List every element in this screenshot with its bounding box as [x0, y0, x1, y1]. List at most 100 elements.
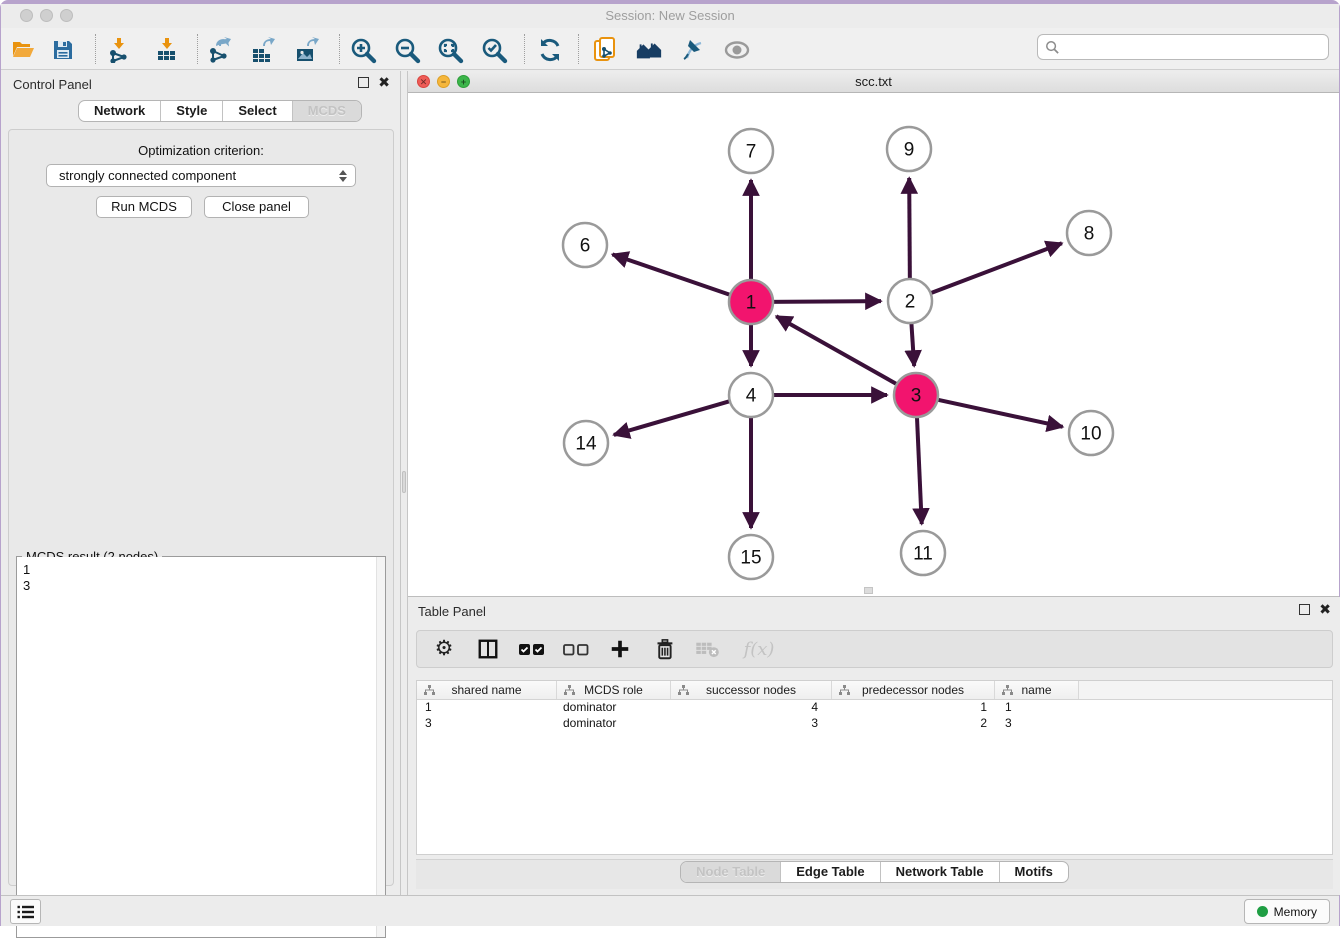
edge-3-11[interactable] — [917, 414, 922, 524]
table-tab-network-table[interactable]: Network Table — [880, 862, 999, 882]
table-tab-edge-table[interactable]: Edge Table — [780, 862, 879, 882]
duplicate-network-icon[interactable] — [592, 36, 620, 64]
table-cell[interactable]: dominator — [557, 716, 671, 732]
delete-icon[interactable] — [651, 636, 677, 662]
search-input[interactable] — [1060, 37, 1328, 57]
table-cell[interactable]: 1 — [995, 700, 1079, 716]
table-cell[interactable]: 3 — [671, 716, 832, 732]
table-tab-motifs[interactable]: Motifs — [999, 862, 1068, 882]
edge-1-2[interactable] — [770, 301, 881, 302]
control-panel-tabs: NetworkStyleSelectMCDS — [78, 100, 362, 122]
titlebar: Session: New Session — [1, 4, 1339, 28]
toolbar-separator — [197, 34, 198, 64]
node-label-9: 9 — [904, 140, 915, 161]
table-tab-node-table[interactable]: Node Table — [681, 862, 780, 882]
tab-select[interactable]: Select — [222, 101, 291, 121]
main-toolbar — [1, 28, 1339, 70]
memory-label: Memory — [1274, 905, 1317, 919]
close-panel-button[interactable]: Close panel — [204, 196, 309, 218]
export-image-icon[interactable] — [293, 36, 321, 64]
table-cell[interactable]: 4 — [671, 700, 832, 716]
table-body: 1dominator4113dominator323 — [417, 700, 1332, 732]
column-header-predecessor-nodes[interactable]: predecessor nodes — [832, 681, 995, 699]
import-network-icon[interactable] — [105, 36, 133, 64]
node-label-14: 14 — [575, 434, 597, 455]
deselect-all-icon[interactable] — [563, 636, 589, 662]
zoom-in-icon[interactable] — [349, 36, 377, 64]
mcds-result-scrollbar[interactable] — [376, 557, 385, 937]
tab-mcds[interactable]: MCDS — [292, 101, 361, 121]
table-tabs: Node TableEdge TableNetwork TableMotifs — [408, 861, 1340, 883]
table-toolbar: ⚙ f(x) — [416, 630, 1333, 668]
table-cell[interactable]: 1 — [417, 700, 557, 716]
home-icon[interactable] — [635, 36, 663, 64]
network-titlebar: ✕ − + scc.txt — [408, 71, 1339, 93]
memory-button[interactable]: Memory — [1244, 899, 1330, 924]
column-header-MCDS-role[interactable]: MCDS role — [557, 681, 671, 699]
edge-4-14[interactable] — [614, 400, 733, 435]
close-panel-icon[interactable]: ✖ — [378, 77, 390, 88]
column-label: MCDS role — [584, 683, 643, 697]
task-list-button[interactable] — [10, 899, 41, 924]
network-graph[interactable]: 7968124314101511 — [408, 93, 1339, 596]
edge-2-9[interactable] — [909, 178, 910, 282]
node-label-15: 15 — [740, 548, 761, 569]
add-column-icon[interactable] — [607, 636, 633, 662]
columns-icon[interactable] — [475, 636, 501, 662]
column-header-successor-nodes[interactable]: successor nodes — [671, 681, 832, 699]
delete-table-icon[interactable] — [695, 636, 721, 662]
table-cell[interactable]: 1 — [832, 700, 995, 716]
control-panel-title: Control Panel — [13, 77, 92, 92]
edge-2-3[interactable] — [911, 320, 914, 366]
eye-icon[interactable] — [723, 36, 751, 64]
float-table-panel-icon[interactable] — [1299, 604, 1310, 615]
close-table-panel-icon[interactable]: ✖ — [1319, 604, 1331, 615]
toolbar-separator — [578, 34, 579, 64]
select-all-icon[interactable] — [519, 636, 545, 662]
splitter-grip[interactable] — [402, 471, 406, 493]
tab-network[interactable]: Network — [79, 101, 160, 121]
function-icon[interactable]: f(x) — [739, 636, 779, 662]
table-header: shared name MCDS role successor nodes prede… — [417, 681, 1332, 700]
network-resize-grip[interactable] — [864, 587, 873, 594]
visual-style-icon[interactable] — [679, 36, 707, 64]
float-panel-icon[interactable] — [358, 77, 369, 88]
table-cell[interactable]: dominator — [557, 700, 671, 716]
zoom-out-icon[interactable] — [393, 36, 421, 64]
tab-style[interactable]: Style — [160, 101, 222, 121]
column-label: successor nodes — [706, 683, 796, 697]
edge-3-10[interactable] — [935, 399, 1063, 427]
edge-2-8[interactable] — [928, 243, 1062, 294]
node-label-2: 2 — [905, 292, 916, 313]
refresh-icon[interactable] — [536, 36, 564, 64]
toolbar-separator — [524, 34, 525, 64]
search-box[interactable] — [1037, 34, 1329, 60]
network-canvas[interactable]: 7968124314101511 — [408, 93, 1339, 596]
column-header-shared-name[interactable]: shared name — [417, 681, 557, 699]
open-file-icon[interactable] — [9, 36, 37, 64]
node-label-3: 3 — [911, 386, 922, 407]
gear-icon[interactable]: ⚙ — [431, 636, 457, 662]
column-label: name — [1021, 683, 1051, 697]
criterion-dropdown[interactable]: strongly connected component — [46, 164, 356, 187]
table-cell[interactable]: 3 — [995, 716, 1079, 732]
table-cell[interactable]: 3 — [417, 716, 557, 732]
import-table-icon[interactable] — [153, 36, 181, 64]
node-label-7: 7 — [746, 142, 757, 163]
zoom-fit-icon[interactable] — [436, 36, 464, 64]
node-label-6: 6 — [580, 236, 591, 257]
table-cell[interactable]: 2 — [832, 716, 995, 732]
run-mcds-button[interactable]: Run MCDS — [96, 196, 192, 218]
edge-3-1[interactable] — [776, 316, 899, 385]
zoom-selected-icon[interactable] — [480, 36, 508, 64]
save-session-icon[interactable] — [49, 36, 77, 64]
mcds-result-text[interactable]: 13 — [17, 557, 376, 937]
table-panel: Table Panel ✖ ⚙ f(x) — [408, 597, 1340, 895]
column-header-name[interactable]: name — [995, 681, 1079, 699]
vertical-splitter[interactable] — [400, 71, 408, 895]
export-network-icon[interactable] — [205, 36, 233, 64]
table-row[interactable]: 3dominator323 — [417, 716, 1332, 732]
export-table-icon[interactable] — [249, 36, 277, 64]
table-row[interactable]: 1dominator411 — [417, 700, 1332, 716]
edge-1-6[interactable] — [612, 254, 733, 295]
